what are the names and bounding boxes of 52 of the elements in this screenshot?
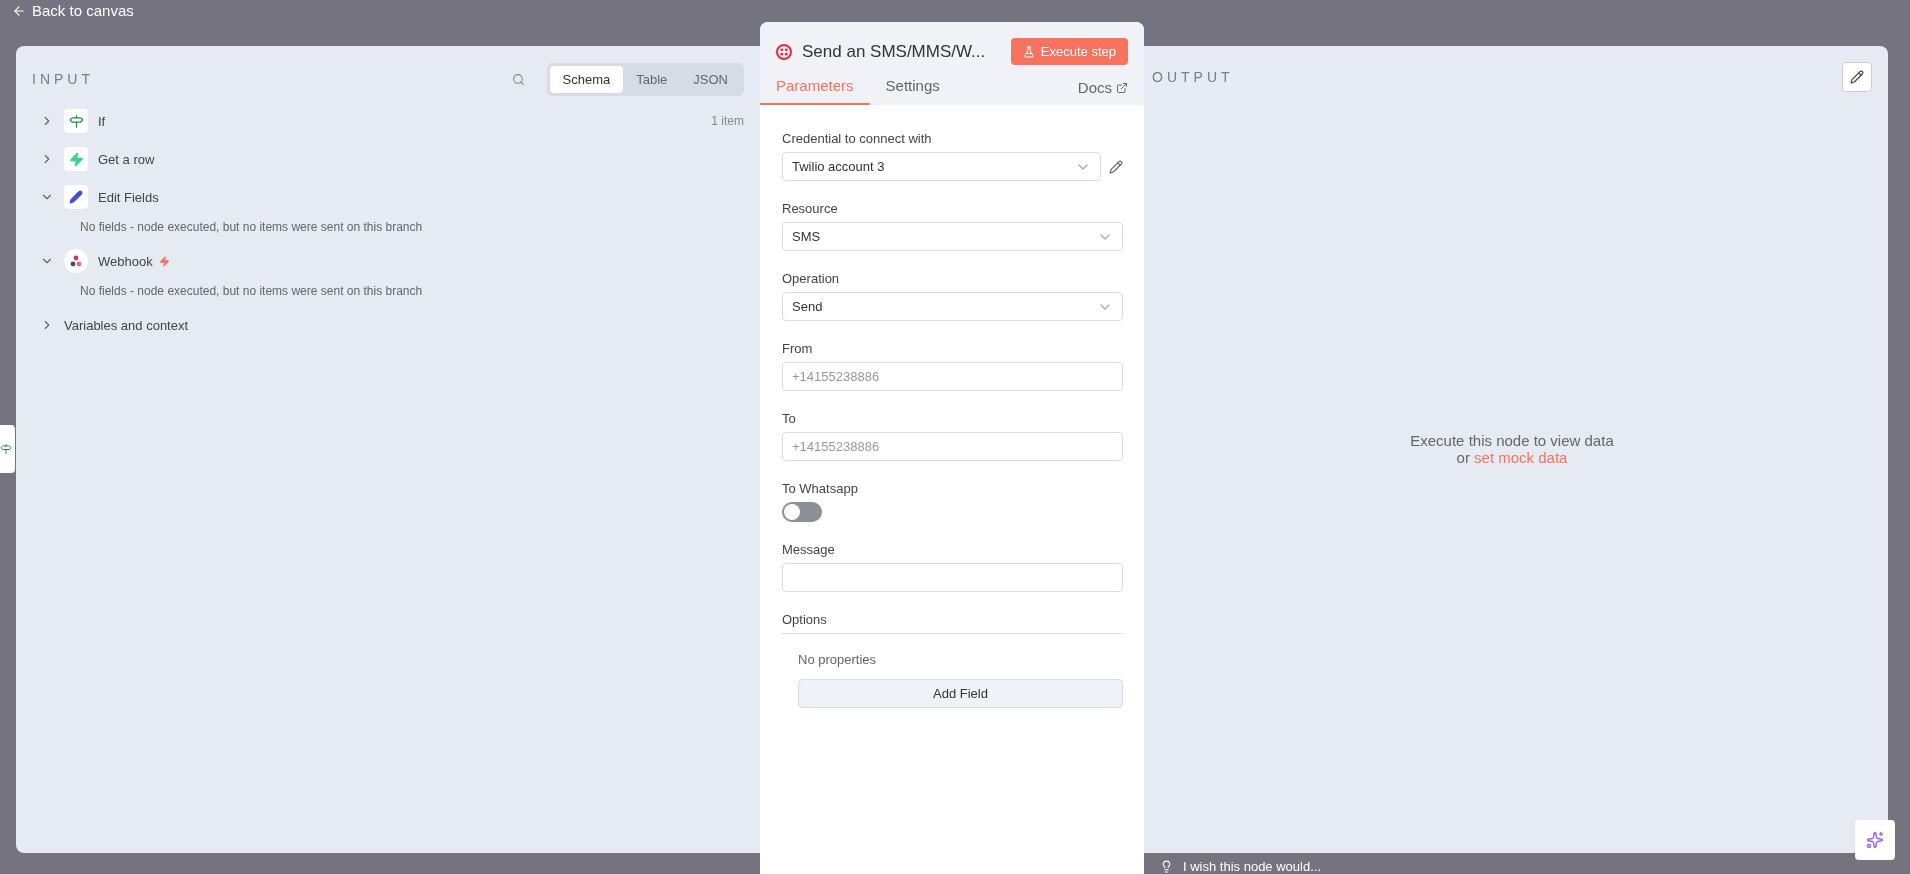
text-field[interactable]: +14155238886 — [782, 432, 1123, 461]
empty-note: No fields - node executed, but no items were sent on this branch — [79, 283, 424, 300]
signpost-icon — [0, 442, 12, 456]
external-link-icon — [1116, 81, 1128, 94]
execute-button[interactable]: Execute step — [1010, 38, 1128, 65]
item-count: 1 item — [711, 114, 744, 128]
edit-button[interactable] — [1842, 62, 1872, 92]
field-label: Message — [782, 542, 836, 557]
field-label: From — [782, 341, 814, 356]
select-field[interactable]: SMS — [782, 222, 1123, 251]
lightbulb-icon — [1160, 860, 1173, 873]
feedback-prompt[interactable]: I wish this node would... — [1160, 859, 1322, 874]
output-title: OUTPUT — [1152, 69, 1234, 85]
empty-note: No fields - node executed, but no items were sent on this branch — [79, 219, 424, 236]
node-name: Webhook — [98, 253, 153, 269]
toggle-switch[interactable] — [782, 502, 822, 522]
edit-icon[interactable] — [1109, 159, 1123, 174]
node-name: Get a row — [98, 151, 155, 167]
text-field[interactable]: +14155238886 — [782, 362, 1123, 391]
options-label: Options — [782, 612, 1123, 634]
node-name: Edit Fields — [98, 189, 159, 205]
pencil-icon — [69, 190, 83, 204]
empty-message: Execute this node to view data — [1410, 431, 1614, 449]
select-field[interactable]: Send — [782, 292, 1123, 321]
pencil-icon — [1850, 70, 1864, 84]
panel-tab[interactable]: Settings — [869, 71, 956, 105]
field-label: Operation — [782, 271, 841, 286]
view-tab[interactable]: JSON — [680, 65, 741, 93]
node-handle[interactable] — [0, 425, 15, 473]
node-name: If — [98, 113, 106, 129]
view-tab[interactable]: Schema — [549, 65, 624, 93]
back-link[interactable]: Back to canvas — [12, 2, 134, 19]
view-tab[interactable]: Table — [623, 65, 681, 93]
logo-icon — [776, 43, 792, 60]
search-icon[interactable] — [511, 72, 525, 86]
docs-link[interactable]: Docs — [1077, 79, 1128, 105]
mock-data-text: or set mock data — [1456, 448, 1568, 466]
node-title: Send an SMS/MMS/W... — [802, 41, 986, 62]
field-label: Resource — [782, 201, 839, 216]
webhook-icon — [70, 255, 82, 267]
field-label: Credential to connect with — [782, 131, 933, 146]
select-field[interactable]: Twilio account 3 — [782, 152, 1101, 181]
add-field-button[interactable]: Add Field — [798, 679, 1123, 708]
field-label: To Whatsapp — [782, 481, 859, 496]
field-label: To — [782, 411, 797, 426]
text-field[interactable] — [782, 563, 1123, 592]
node-name: Variables and context — [64, 317, 189, 333]
input-title: INPUT — [32, 71, 94, 87]
flask-icon — [1022, 45, 1035, 58]
empty-properties: No properties — [798, 652, 878, 667]
assistant-button[interactable] — [1855, 820, 1895, 860]
sparkles-icon — [1866, 831, 1884, 849]
